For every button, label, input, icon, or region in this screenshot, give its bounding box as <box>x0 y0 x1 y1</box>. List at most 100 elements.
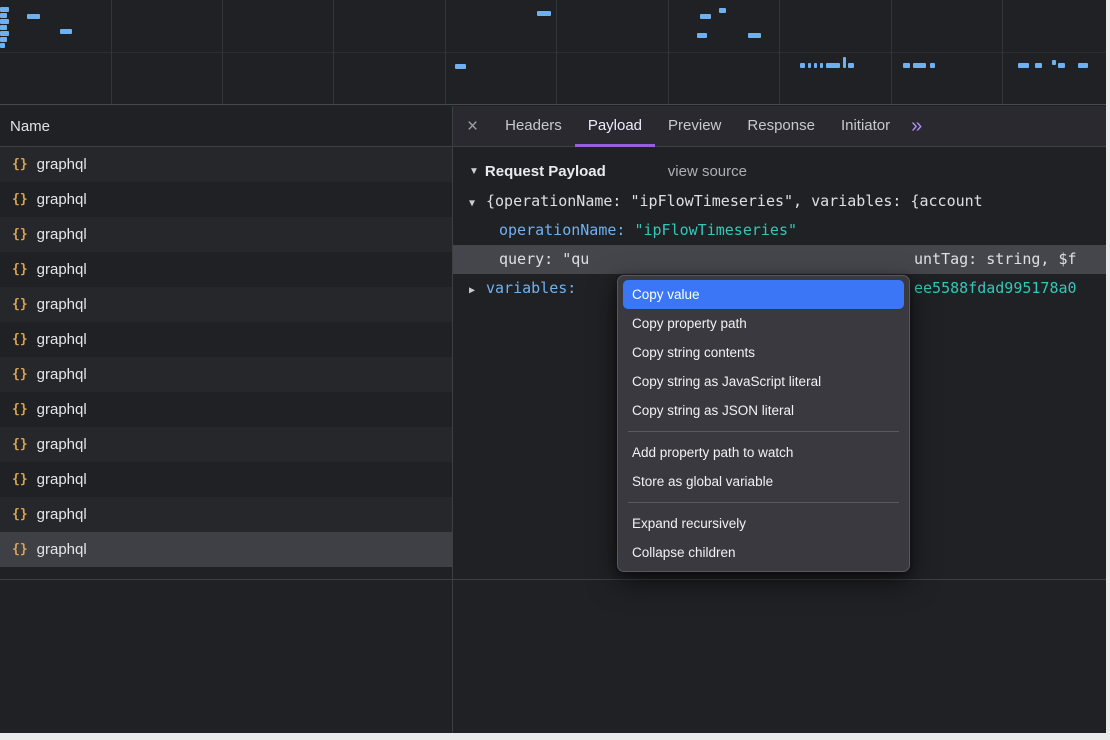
overview-request-bar <box>0 31 9 36</box>
overview-request-bar <box>0 25 7 30</box>
menu-item-store-as-global-variable[interactable]: Store as global variable <box>623 467 904 496</box>
overview-gridline <box>222 0 223 104</box>
request-payload-header: ▼ Request Payload view source <box>469 163 1106 180</box>
menu-item-collapse-children[interactable]: Collapse children <box>623 538 904 567</box>
request-row[interactable]: {} graphql <box>0 287 452 322</box>
triangle-down-icon[interactable]: ▼ <box>469 166 479 177</box>
json-braces-icon: {} <box>12 332 28 347</box>
request-row[interactable]: {}graphql <box>0 427 452 462</box>
tree-text-key: variables: <box>486 279 576 297</box>
request-name-label: graphql <box>37 261 87 278</box>
overview-request-bar <box>700 14 711 19</box>
overview-request-bar <box>537 11 551 16</box>
network-overview-timeline[interactable] <box>0 0 1106 105</box>
overview-request-bar <box>60 29 72 34</box>
json-braces-icon: {} <box>12 542 28 557</box>
triangle-right-icon[interactable]: ▶ <box>469 276 486 305</box>
overview-request-bar <box>27 14 40 19</box>
json-braces-icon: {} <box>12 367 28 382</box>
menu-separator <box>628 502 899 503</box>
bottom-divider <box>0 579 1106 580</box>
overview-request-bar <box>697 33 707 38</box>
json-braces-icon: {} <box>12 472 28 487</box>
request-row[interactable]: {}graphql <box>0 497 452 532</box>
request-name-label: graphql <box>37 191 87 208</box>
overview-midline <box>0 52 1106 53</box>
overview-gridline <box>1002 0 1003 104</box>
request-row[interactable]: {}graphql <box>0 462 452 497</box>
request-row[interactable]: {} graphql <box>0 357 452 392</box>
request-name-label: graphql <box>37 156 87 173</box>
menu-item-add-property-path-to-watch[interactable]: Add property path to watch <box>623 438 904 467</box>
menu-item-copy-string-contents[interactable]: Copy string contents <box>623 338 904 367</box>
request-row[interactable]: {} graphql <box>0 147 452 182</box>
request-row[interactable]: {} graphql <box>0 392 452 427</box>
tab-payload[interactable]: Payload <box>575 106 655 147</box>
overview-request-bar <box>1058 63 1065 68</box>
view-source-link[interactable]: view source <box>668 163 747 180</box>
devtools-window: Name {}graphql{}graphql{}graphql{}graphq… <box>0 0 1106 733</box>
payload-tree-row[interactable]: query: "qu untTag: string, $f <box>453 245 1106 274</box>
overview-request-bar <box>0 19 9 24</box>
tree-text-key: operationName: <box>499 221 634 239</box>
overview-gridline <box>779 0 780 104</box>
overview-request-bar <box>0 13 7 18</box>
tab-preview[interactable]: Preview <box>655 106 734 147</box>
overview-request-bar <box>843 57 846 68</box>
menu-item-expand-recursively[interactable]: Expand recursively <box>623 509 904 538</box>
json-braces-icon: {} <box>12 192 28 207</box>
overview-gridline <box>333 0 334 104</box>
menu-item-copy-string-as-javascript-literal[interactable]: Copy string as JavaScript literal <box>623 367 904 396</box>
menu-item-copy-property-path[interactable]: Copy property path <box>623 309 904 338</box>
menu-item-copy-value[interactable]: Copy value <box>623 280 904 309</box>
request-row[interactable]: {} graphql <box>0 182 452 217</box>
json-braces-icon: {} <box>12 297 28 312</box>
request-row[interactable]: {}graphql <box>0 217 452 252</box>
request-payload-title[interactable]: Request Payload <box>485 163 606 180</box>
name-column-header[interactable]: Name <box>0 106 452 147</box>
overview-request-bar <box>455 64 466 69</box>
more-tabs-icon[interactable]: » <box>911 116 922 136</box>
request-row[interactable]: {}graphql <box>0 322 452 357</box>
overview-gridline <box>445 0 446 104</box>
overview-gridline <box>556 0 557 104</box>
overview-request-bar <box>814 63 817 68</box>
name-column-label: Name <box>10 118 50 135</box>
request-name-label: graphql <box>37 296 87 313</box>
overview-request-bar <box>848 63 854 68</box>
request-row[interactable]: {}graphql <box>0 252 452 287</box>
overview-gridline <box>668 0 669 104</box>
json-braces-icon: {} <box>12 227 28 242</box>
overview-request-bar <box>1018 63 1029 68</box>
close-icon[interactable]: × <box>467 117 478 136</box>
triangle-down-icon[interactable]: ▼ <box>469 189 486 218</box>
menu-item-copy-string-as-json-literal[interactable]: Copy string as JSON literal <box>623 396 904 425</box>
request-row[interactable]: {} graphql <box>0 532 452 567</box>
json-braces-icon: {} <box>12 402 28 417</box>
overview-request-bar <box>826 63 840 68</box>
tab-response[interactable]: Response <box>734 106 828 147</box>
json-braces-icon: {} <box>12 157 28 172</box>
overview-request-bar <box>748 33 761 38</box>
context-menu: Copy valueCopy property pathCopy string … <box>617 275 910 572</box>
payload-tree-row[interactable]: ▼{operationName: "ipFlowTimeseries", var… <box>453 187 1106 216</box>
network-main-area: Name {}graphql{}graphql{}graphql{}graphq… <box>0 106 1106 733</box>
tree-text-default: {operationName: "ipFlowTimeseries", vari… <box>486 192 983 210</box>
overview-request-bar <box>1035 63 1042 68</box>
tree-text-string: "ipFlowTimeseries" <box>634 221 797 239</box>
payload-tree-row[interactable]: operationName: "ipFlowTimeseries" <box>453 216 1106 245</box>
request-name-label: graphql <box>37 401 87 418</box>
request-name-label: graphql <box>37 541 87 558</box>
overview-request-bar <box>913 63 926 68</box>
request-name-label: graphql <box>37 366 87 383</box>
overview-request-bar <box>903 63 910 68</box>
tree-text-fragment: untTag: string, $f <box>914 245 1077 274</box>
tree-text-default: query: "qu <box>499 250 589 268</box>
json-braces-icon: {} <box>12 507 28 522</box>
tab-initiator[interactable]: Initiator <box>828 106 903 147</box>
overview-gridline <box>891 0 892 104</box>
tab-headers[interactable]: Headers <box>492 106 575 147</box>
request-rows: {} graphql {} graphql {} graphql {} graphql {} gr… <box>0 147 452 567</box>
json-braces-icon: {} <box>12 437 28 452</box>
overview-request-bar <box>0 43 5 48</box>
